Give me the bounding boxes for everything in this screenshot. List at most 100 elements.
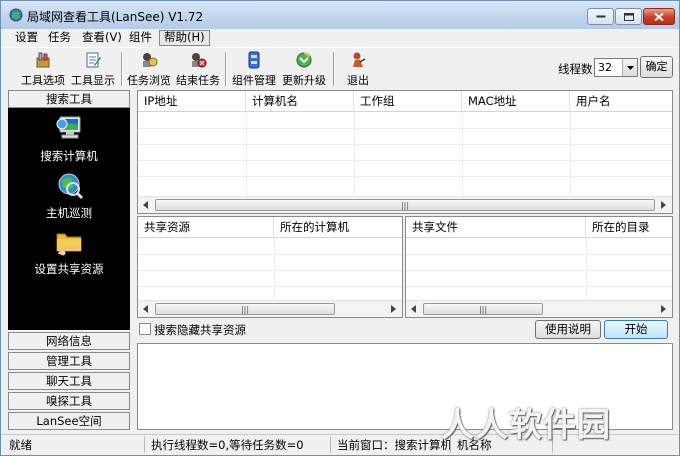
chevron-left-icon [143,305,148,313]
file-table[interactable]: 共享文件 所在的目录 ||| [405,216,673,318]
toolbar-separator [333,52,335,86]
task-browse-icon [143,53,158,67]
plugin-manage-label: 组件管理 [232,74,276,87]
row-divider [138,286,402,287]
plugin-icon [248,51,260,69]
menu-task[interactable]: 任务 [44,30,75,46]
scroll-left-button[interactable] [138,301,154,317]
table-header: 共享文件 所在的目录 [406,217,672,238]
search-hidden-label: 搜索隐藏共享资源 [154,323,246,337]
search-tools-header[interactable]: 搜索工具 [8,90,130,108]
toolbar-separator [225,52,227,86]
grip-icon: ||| [400,201,410,210]
table-header: 共享资源 所在的计算机 [138,217,402,238]
row-divider [138,176,672,177]
end-task-button[interactable]: 结束任务 [174,50,222,88]
update-button[interactable]: 更新升级 [280,50,328,88]
host-scan-item[interactable]: 主机巡测 [8,170,130,221]
help-button[interactable]: 使用说明 [535,320,601,339]
scroll-right-button[interactable] [656,197,672,213]
column-share-resource[interactable]: 共享资源 [138,217,274,238]
dropdown-arrow[interactable] [622,59,637,76]
scroll-left-button[interactable] [406,301,422,317]
status-current-window: 当前窗口：搜索计算机 [333,437,451,453]
menu-help[interactable]: 帮助(H) [159,30,210,46]
task-browse-button[interactable]: 任务浏览 [125,50,173,88]
toolbar: 工具选项 工具显示 任务浏览 结束任务 组件管理 更新升级 退出 线程数 32 … [1,47,679,89]
table-header: IP地址 计算机名 工作组 MAC地址 用户名 [138,91,672,112]
exit-button[interactable]: 退出 [341,50,375,88]
scroll-left-button[interactable] [138,197,154,213]
horizontal-scrollbar[interactable]: ||| [138,300,402,317]
computer-icon [56,116,81,139]
title-bar[interactable]: 局域网查看工具(LanSee) V1.72 [1,1,679,29]
sniffer-tools-tab[interactable]: 嗅探工具 [8,392,130,410]
maximize-button[interactable] [615,8,642,25]
search-hidden-checkbox[interactable] [139,323,151,335]
chevron-right-icon [661,201,666,209]
plugin-manage-button[interactable]: 组件管理 [230,50,278,88]
shared-folder-icon [56,233,82,256]
watermark: 人人软件园 [441,405,611,444]
column-directory[interactable]: 所在的目录 [586,217,672,238]
start-button[interactable]: 开始 [604,320,668,339]
column-host-computer[interactable]: 所在的计算机 [274,217,402,238]
search-tools-body: 搜索计算机 主机巡测 设置共享资源 [8,108,130,330]
host-scan-label: 主机巡测 [46,206,92,220]
row-divider [138,254,402,255]
manage-tools-tab[interactable]: 管理工具 [8,352,130,370]
column-divider [246,112,247,196]
column-computer-name[interactable]: 计算机名 [246,91,354,112]
set-share-item[interactable]: 设置共享资源 [8,226,130,277]
exit-label: 退出 [347,74,369,87]
scroll-right-button[interactable] [656,301,672,317]
menu-view[interactable]: 查看(V) [78,30,126,46]
menu-settings[interactable]: 设置 [11,30,42,46]
search-computer-item[interactable]: 搜索计算机 [8,113,130,164]
scroll-thumb[interactable]: ||| [423,303,543,315]
column-username[interactable]: 用户名 [570,91,672,112]
status-state: 就绪 [5,437,145,453]
chevron-down-icon [627,66,634,70]
chevron-left-icon [143,201,148,209]
threads-value: 32 [598,61,612,74]
scroll-right-button[interactable] [386,301,402,317]
tool-options-label: 工具选项 [21,74,65,87]
threads-select[interactable]: 32 [594,58,638,77]
tool-display-button[interactable]: 工具显示 [69,50,117,88]
chat-tools-tab[interactable]: 聊天工具 [8,372,130,390]
left-panel: 搜索工具 搜索计算机 主机巡测 设置共享资源 网络信息 管理工具 聊天工具 嗅探… [8,90,130,430]
close-icon [654,12,664,21]
toolbar-separator [121,52,123,86]
row-divider [406,286,672,287]
tool-options-button[interactable]: 工具选项 [19,50,67,88]
tools-icon [36,52,50,68]
minimize-button[interactable] [587,8,614,25]
lansee-space-tab[interactable]: LanSee空间 [8,412,130,430]
column-divider [354,112,355,196]
column-divider [586,238,587,300]
column-mac[interactable]: MAC地址 [462,91,570,112]
scroll-thumb[interactable]: ||| [155,303,335,315]
search-computer-label: 搜索计算机 [40,149,98,163]
confirm-button[interactable]: 确定 [640,56,673,78]
column-ip[interactable]: IP地址 [138,91,246,112]
row-divider [406,270,672,271]
horizontal-scrollbar[interactable]: ||| [406,300,672,317]
horizontal-scrollbar[interactable]: ||| [138,196,672,213]
app-icon [9,8,23,22]
close-button[interactable] [643,8,675,25]
menu-plugin[interactable]: 组件 [125,30,156,46]
chevron-right-icon [391,305,396,313]
update-icon [296,52,312,68]
threads-label: 线程数 [558,62,593,76]
network-info-tab[interactable]: 网络信息 [8,332,130,350]
share-table[interactable]: 共享资源 所在的计算机 ||| [137,216,403,318]
scroll-thumb[interactable]: ||| [155,199,655,211]
update-label: 更新升级 [282,74,326,87]
tool-display-label: 工具显示 [71,74,115,87]
column-divider [274,238,275,300]
column-workgroup[interactable]: 工作组 [354,91,462,112]
column-shared-file[interactable]: 共享文件 [406,217,586,238]
host-table[interactable]: IP地址 计算机名 工作组 MAC地址 用户名 ||| [137,90,673,214]
